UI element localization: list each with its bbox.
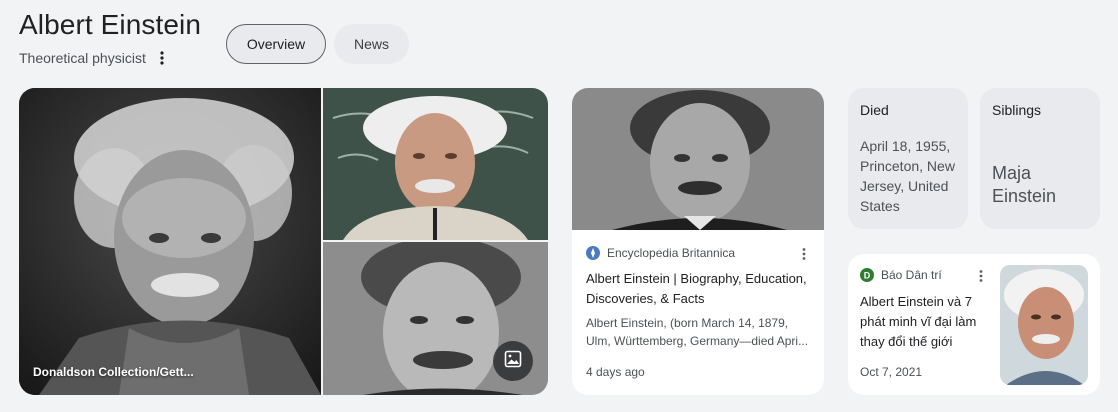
tab-overview[interactable]: Overview <box>226 24 326 64</box>
news-source-name: Báo Dân trí <box>881 268 942 282</box>
news-source-name: Encyclopedia Britannica <box>607 246 736 260</box>
knowledge-panel-header: Albert Einstein Theoretical physicist Ov… <box>0 0 1118 88</box>
portrait-grayscale-image[interactable] <box>323 242 548 395</box>
main-portrait-image[interactable]: Donaldson Collection/Gett... <box>19 88 321 395</box>
fact-label: Died <box>860 102 889 118</box>
fact-label: Siblings <box>992 102 1042 118</box>
news-headline: Albert Einstein và 7 phát minh vĩ đại là… <box>860 294 977 349</box>
image-gallery-button[interactable] <box>493 341 533 381</box>
more-options-icon[interactable] <box>156 49 168 67</box>
subtitle: Theoretical physicist <box>19 50 146 66</box>
news-card-britannica[interactable]: Encyclopedia Britannica Albert Einstein … <box>572 88 824 395</box>
fact-card-siblings[interactable]: Siblings Maja Einstein <box>980 88 1100 229</box>
fact-card-died[interactable]: Died April 18, 1955, Princeton, New Jers… <box>848 88 968 229</box>
tab-news[interactable]: News <box>334 24 409 64</box>
news-timestamp: Oct 7, 2021 <box>860 365 923 379</box>
dantri-thumbnail <box>1000 265 1088 385</box>
news-source-row: D Báo Dân trí <box>860 266 990 284</box>
portrait-chalkboard-image[interactable] <box>323 88 548 240</box>
dantri-logo-icon: D <box>860 268 874 282</box>
news-card-dantri[interactable]: D Báo Dân trí Albert Einstein và 7 phát … <box>848 254 1100 395</box>
svg-text:D: D <box>864 271 871 281</box>
sibling-link[interactable]: Maja Einstein <box>992 162 1096 208</box>
news-timestamp: 4 days ago <box>586 365 645 379</box>
britannica-logo-icon <box>586 246 600 260</box>
page-title: Albert Einstein <box>19 9 202 40</box>
news-headline: Albert Einstein | Biography, Education, … <box>586 271 807 306</box>
image-gallery-icon <box>504 350 522 373</box>
fact-value: April 18, 1955, Princeton, New Jersey, U… <box>860 138 955 214</box>
news-snippet: Albert Einstein, (born March 14, 1879, U… <box>586 316 809 348</box>
britannica-thumbnail <box>572 88 824 230</box>
news-source-row: Encyclopedia Britannica <box>586 244 814 262</box>
image-caption: Donaldson Collection/Gett... <box>33 365 194 379</box>
more-options-icon[interactable] <box>798 246 810 262</box>
more-options-icon[interactable] <box>975 268 987 284</box>
